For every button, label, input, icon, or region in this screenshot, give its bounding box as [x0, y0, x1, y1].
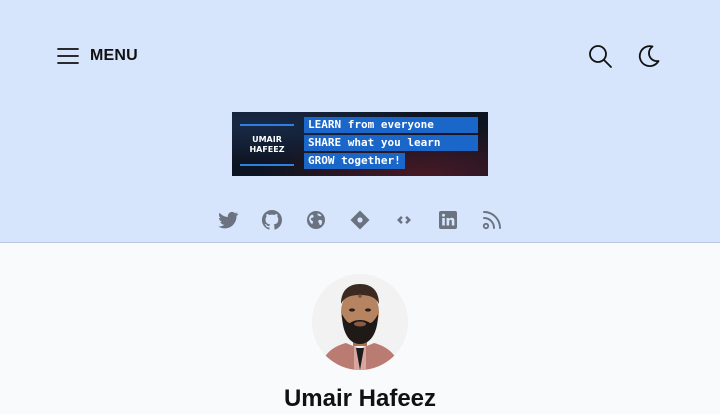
- twitter-link[interactable]: [216, 208, 240, 232]
- menu-button[interactable]: MENU: [56, 42, 138, 70]
- search-icon: [586, 42, 614, 70]
- menu-label: MENU: [90, 47, 138, 64]
- website-link[interactable]: [304, 208, 328, 232]
- banner-logo: UMAIR HAFEEZ: [240, 124, 294, 166]
- banner-line-grow: GROW together!: [304, 153, 405, 169]
- rss-link[interactable]: [480, 208, 504, 232]
- location-diamond-icon: [350, 210, 370, 230]
- author-name: Umair Hafeez: [283, 385, 437, 412]
- github-link[interactable]: [260, 208, 284, 232]
- linkedin-icon: [439, 211, 457, 229]
- author-avatar: [312, 274, 408, 370]
- location-link[interactable]: [348, 208, 372, 232]
- site-header: MENU UMAIR HAFEEZ LEARN from everyone SH…: [0, 0, 720, 243]
- banner-logo-line2: HAFEEZ: [249, 145, 285, 154]
- github-icon: [261, 209, 282, 230]
- avatar-photo: [312, 274, 408, 370]
- banner-line-share: SHARE what you learn: [304, 135, 478, 151]
- banner-line-learn: LEARN from everyone: [304, 117, 478, 133]
- search-button[interactable]: [586, 42, 614, 70]
- globe-icon: [307, 211, 325, 229]
- theme-toggle-button[interactable]: [634, 42, 662, 70]
- social-links: [0, 208, 720, 232]
- hamburger-icon: [56, 44, 80, 68]
- site-banner[interactable]: UMAIR HAFEEZ LEARN from everyone SHARE w…: [232, 112, 488, 176]
- linkedin-link[interactable]: [436, 208, 460, 232]
- rss-icon: [482, 211, 501, 230]
- twitter-icon: [218, 211, 239, 229]
- moon-icon: [634, 42, 662, 70]
- banner-tagline: LEARN from everyone SHARE what you learn…: [304, 117, 478, 171]
- banner-logo-line1: UMAIR: [252, 135, 282, 144]
- dev-link[interactable]: [392, 208, 416, 232]
- dev-link-icon: [397, 216, 411, 224]
